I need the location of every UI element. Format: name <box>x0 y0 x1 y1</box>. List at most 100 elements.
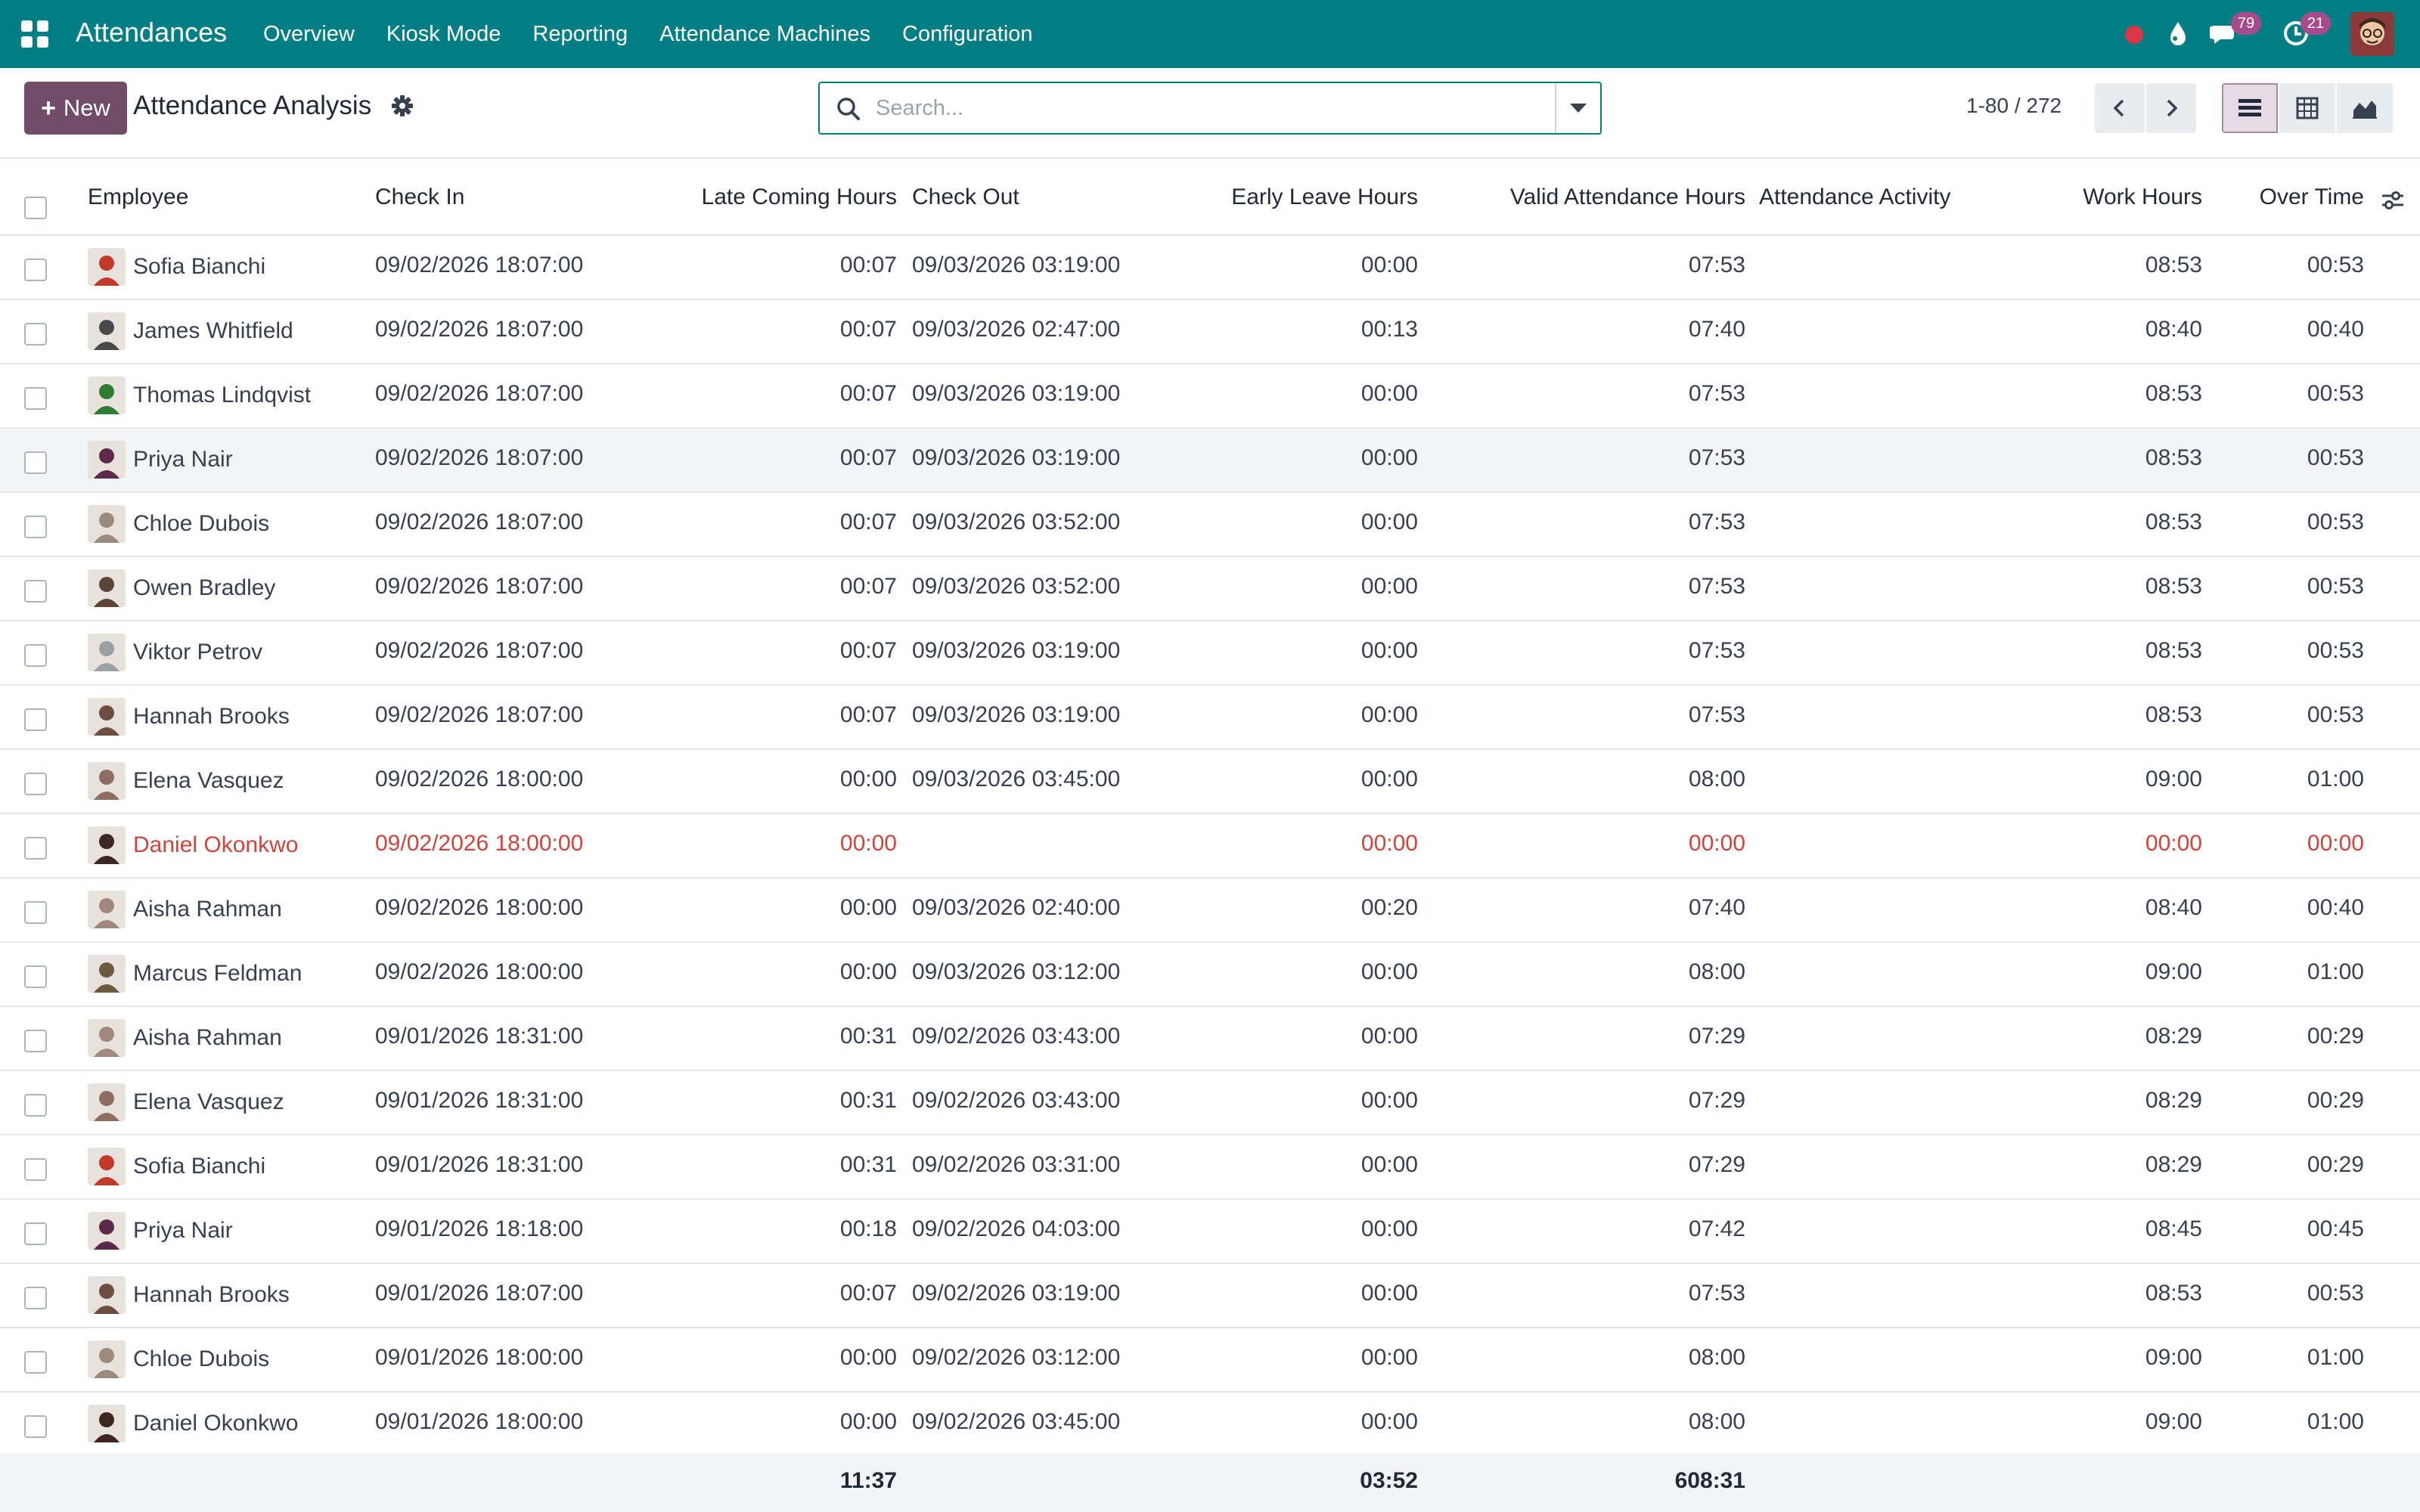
cell-early-leave-hours: 00:00 <box>1360 638 1418 663</box>
cell-employee[interactable]: Hannah Brooks <box>133 1282 290 1308</box>
search-input[interactable] <box>876 91 1526 125</box>
row-checkbox[interactable] <box>24 1415 47 1438</box>
cell-late-coming-hours: 00:07 <box>839 510 897 534</box>
table-row[interactable]: Aisha Rahman 09/01/2026 18:31:00 00:31 09/0… <box>0 1007 2420 1071</box>
table-row[interactable]: Elena Vasquez 09/01/2026 18:31:00 00:31 09/… <box>0 1071 2420 1136</box>
table-row[interactable]: Daniel Okonkwo 09/02/2026 18:00:00 00:00 00… <box>0 814 2420 878</box>
table-row[interactable]: Hannah Brooks 09/02/2026 18:07:00 00:07 09/… <box>0 686 2420 750</box>
column-check-out[interactable]: Check Out <box>912 184 1019 210</box>
table-row[interactable]: Daniel Okonkwo 09/01/2026 18:00:00 00:00 09… <box>0 1393 2420 1457</box>
cell-employee[interactable]: Elena Vasquez <box>133 768 284 794</box>
table-row[interactable]: Marcus Feldman 09/02/2026 18:00:00 00:00 09… <box>0 943 2420 1007</box>
table-row[interactable]: Sofia Bianchi 09/01/2026 18:31:00 00:31 09/… <box>0 1136 2420 1200</box>
row-checkbox[interactable] <box>24 644 47 667</box>
column-late-coming-hours[interactable]: Late Coming Hours <box>666 184 897 210</box>
cell-check-out: 09/03/2026 02:40:00 <box>912 895 1121 920</box>
employee-avatar <box>88 955 126 993</box>
row-checkbox[interactable] <box>24 580 47 603</box>
table-row[interactable]: Chloe Dubois 09/02/2026 18:07:00 00:07 09/0… <box>0 493 2420 557</box>
cell-employee[interactable]: Aisha Rahman <box>133 897 282 922</box>
row-checkbox[interactable] <box>24 1351 47 1374</box>
table-row[interactable]: Viktor Petrov 09/02/2026 18:07:00 00:07 09/… <box>0 621 2420 686</box>
table-row[interactable]: Aisha Rahman 09/02/2026 18:00:00 00:00 09/0… <box>0 878 2420 943</box>
row-checkbox[interactable] <box>24 516 47 538</box>
row-checkbox[interactable] <box>24 1222 47 1245</box>
cell-valid-attendance-hours: 07:29 <box>1688 1088 1745 1113</box>
menu-reporting[interactable]: Reporting <box>532 22 628 47</box>
list-view-button[interactable] <box>2222 83 2278 133</box>
search-options-toggle[interactable] <box>1555 83 1600 133</box>
table-row[interactable]: Sofia Bianchi 09/02/2026 18:07:00 00:07 09/… <box>0 236 2420 300</box>
cell-employee[interactable]: Hannah Brooks <box>133 704 290 730</box>
drop-icon[interactable] <box>2163 18 2193 48</box>
table-row[interactable]: Elena Vasquez 09/02/2026 18:00:00 00:00 09/… <box>0 750 2420 814</box>
cell-employee[interactable]: Sofia Bianchi <box>133 1154 265 1179</box>
cell-employee[interactable]: Daniel Okonkwo <box>133 832 298 858</box>
pager-next-button[interactable] <box>2146 83 2196 133</box>
menu-overview[interactable]: Overview <box>263 22 355 47</box>
optional-columns-icon[interactable] <box>2381 189 2405 212</box>
cell-employee[interactable]: Viktor Petrov <box>133 640 262 665</box>
cell-employee[interactable]: James Whitfield <box>133 318 293 344</box>
pivot-view-button[interactable] <box>2279 83 2335 133</box>
cell-employee[interactable]: Marcus Feldman <box>133 961 302 987</box>
row-checkbox[interactable] <box>24 965 47 988</box>
cell-check-out: 09/03/2026 03:19:00 <box>912 253 1121 277</box>
cell-employee[interactable]: Thomas Lindqvist <box>133 383 311 408</box>
apps-menu-icon[interactable] <box>21 20 48 48</box>
table-row[interactable]: Thomas Lindqvist 09/02/2026 18:07:00 00:07… <box>0 364 2420 429</box>
cell-check-out: 09/03/2026 02:47:00 <box>912 317 1121 342</box>
row-checkbox[interactable] <box>24 1287 47 1309</box>
table-row[interactable]: James Whitfield 09/02/2026 18:07:00 00:07 0… <box>0 300 2420 364</box>
cell-employee[interactable]: Elena Vasquez <box>133 1089 284 1115</box>
row-checkbox[interactable] <box>24 387 47 410</box>
status-dot-icon[interactable] <box>2125 26 2143 44</box>
column-over-time[interactable]: Over Time <box>2216 184 2364 210</box>
cell-employee[interactable]: Priya Nair <box>133 447 233 472</box>
cell-check-out: 09/03/2026 03:19:00 <box>912 638 1121 663</box>
table-row[interactable]: Hannah Brooks 09/01/2026 18:07:00 00:07 09/… <box>0 1264 2420 1328</box>
user-avatar[interactable] <box>2350 12 2394 56</box>
row-checkbox[interactable] <box>24 837 47 860</box>
cell-employee[interactable]: Owen Bradley <box>133 575 275 601</box>
column-work-hours[interactable]: Work Hours <box>2004 184 2202 210</box>
app-name[interactable]: Attendances <box>76 17 227 48</box>
menu-kiosk-mode[interactable]: Kiosk Mode <box>386 22 501 47</box>
cell-employee[interactable]: Sofia Bianchi <box>133 254 265 280</box>
table-row[interactable]: Priya Nair 09/02/2026 18:07:00 00:07 09/03/… <box>0 429 2420 493</box>
cell-employee[interactable]: Priya Nair <box>133 1218 233 1244</box>
caret-down-icon <box>1570 104 1587 113</box>
select-all-checkbox[interactable] <box>24 197 47 219</box>
column-check-in[interactable]: Check In <box>375 184 464 210</box>
column-attendance-activity[interactable]: Attendance Activity <box>1759 184 1950 210</box>
column-employee[interactable]: Employee <box>88 184 188 210</box>
cell-employee[interactable]: Daniel Okonkwo <box>133 1411 298 1436</box>
graph-view-button[interactable] <box>2337 83 2393 133</box>
gear-icon[interactable] <box>390 94 414 118</box>
row-checkbox[interactable] <box>24 323 47 345</box>
table-row[interactable]: Owen Bradley 09/02/2026 18:07:00 00:07 09/0… <box>0 557 2420 621</box>
column-early-leave-hours[interactable]: Early Leave Hours <box>1180 184 1418 210</box>
cell-late-coming-hours: 00:00 <box>839 959 897 984</box>
row-checkbox[interactable] <box>24 708 47 731</box>
row-checkbox[interactable] <box>24 773 47 795</box>
column-valid-attendance-hours[interactable]: Valid Attendance Hours <box>1437 184 1745 210</box>
row-checkbox[interactable] <box>24 901 47 924</box>
pager-previous-button[interactable] <box>2095 83 2145 133</box>
cell-check-out: 09/02/2026 03:31:00 <box>912 1152 1121 1177</box>
row-checkbox[interactable] <box>24 451 47 474</box>
row-checkbox[interactable] <box>24 1158 47 1181</box>
row-checkbox[interactable] <box>24 1030 47 1052</box>
new-button[interactable]: + New <box>24 82 127 135</box>
cell-employee[interactable]: Chloe Dubois <box>133 511 269 537</box>
table-row[interactable]: Priya Nair 09/01/2026 18:18:00 00:18 09/02/… <box>0 1200 2420 1264</box>
cell-employee[interactable]: Aisha Rahman <box>133 1025 282 1051</box>
row-checkbox[interactable] <box>24 259 47 281</box>
menu-configuration[interactable]: Configuration <box>902 22 1033 47</box>
row-checkbox[interactable] <box>24 1094 47 1117</box>
table-row[interactable]: Chloe Dubois 09/01/2026 18:00:00 00:00 09/0… <box>0 1328 2420 1393</box>
cell-late-coming-hours: 00:07 <box>839 381 897 406</box>
menu-attendance-machines[interactable]: Attendance Machines <box>659 22 870 47</box>
pager-value[interactable]: 1-80 / 272 <box>1966 94 2062 118</box>
cell-employee[interactable]: Chloe Dubois <box>133 1346 269 1372</box>
